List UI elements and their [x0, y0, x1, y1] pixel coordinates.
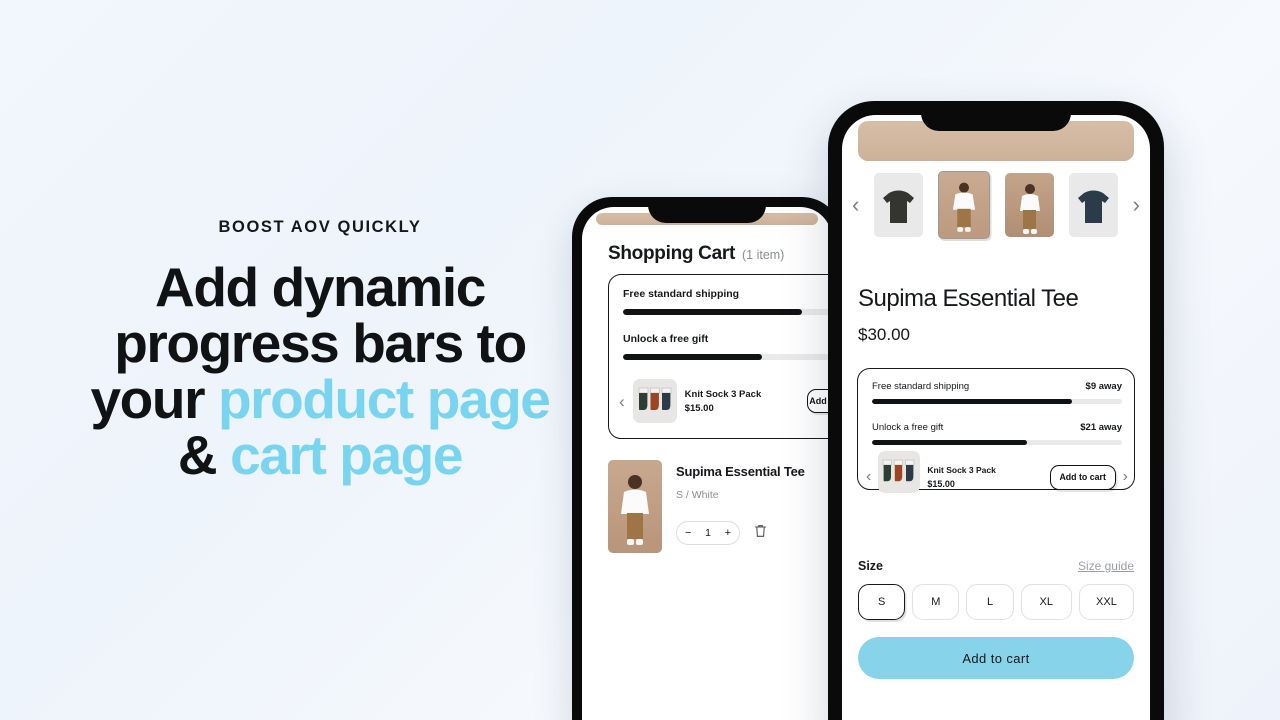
- product-goal-label-1: Unlock a free gift: [872, 422, 944, 433]
- quantity-value: 1: [705, 527, 711, 539]
- size-section-header: Size Size guide: [858, 559, 1134, 573]
- product-page-screen: ‹ › Supima Essential Tee $30.00 Free sta…: [842, 115, 1150, 720]
- cart-header: Shopping Cart (1 item): [608, 243, 784, 265]
- quantity-decrement-button[interactable]: −: [685, 527, 691, 539]
- cart-progress-fill-1: [623, 354, 762, 360]
- size-option-xxl[interactable]: XXL: [1078, 584, 1134, 620]
- quantity-increment-button[interactable]: +: [725, 527, 731, 539]
- product-progress-fill-1: [872, 440, 1027, 445]
- headline-line-3-plain: your: [90, 368, 218, 431]
- thumbnail-model-front[interactable]: [938, 171, 991, 239]
- cart-upsell-product-name: Knit Sock 3 Pack: [684, 388, 762, 400]
- cart-screen: Shopping Cart (1 item) Free standard shi…: [582, 207, 832, 720]
- cart-line-item-image: [608, 460, 662, 553]
- phone-notch-pdp: [921, 101, 1071, 131]
- product-upsell-row: ‹ Knit Sock 3 Pack $15.00 Add to cart ›: [866, 451, 1128, 493]
- gallery-next-icon[interactable]: ›: [1133, 194, 1140, 216]
- cart-line-item-controls: − 1 +: [676, 521, 832, 545]
- cart-goal-label-0: Free standard shipping: [623, 288, 740, 300]
- trash-icon[interactable]: [754, 524, 767, 543]
- cart-goal-row-1: Unlock a free gift: [623, 333, 832, 360]
- headline-accent-cart-page: cart page: [230, 424, 463, 487]
- product-upsell-next-icon[interactable]: ›: [1123, 469, 1128, 485]
- size-label: Size: [858, 559, 884, 573]
- product-progress-track-1: [872, 440, 1122, 445]
- product-upsell-prev-icon[interactable]: ‹: [866, 469, 871, 485]
- size-option-xl[interactable]: XL: [1020, 584, 1072, 620]
- cart-line-item-details: Supima Essential Tee S / White − 1 +: [676, 460, 832, 553]
- product-upsell-product-name: Knit Sock 3 Pack: [927, 465, 996, 475]
- cart-line-item-title: Supima Essential Tee: [676, 464, 805, 479]
- product-progress-track-0: [872, 399, 1122, 404]
- size-option-s[interactable]: S: [858, 584, 906, 620]
- cart-upsell-product-image: [632, 379, 677, 423]
- product-goal-remaining-1: $21 away: [1080, 422, 1122, 433]
- product-goal-row-1: Unlock a free gift $21 away: [872, 422, 1122, 445]
- cart-progress-track-0: [623, 309, 832, 315]
- cart-upsell-prev-icon[interactable]: ‹: [619, 393, 625, 410]
- cart-upsell-row: ‹ Knit Sock 3 Pack $15.00 Add: [619, 379, 832, 423]
- thumbnail-model-side[interactable]: [1004, 173, 1054, 237]
- product-upsell-product-price: $15.00: [927, 479, 955, 489]
- gallery-prev-icon[interactable]: ‹: [852, 194, 859, 216]
- marketing-copy: BOOST AOV QUICKLY Add dynamic progress b…: [0, 218, 640, 483]
- thumbnail-gallery: ‹ ›: [852, 171, 1140, 239]
- headline-line-3: your product page: [0, 371, 640, 427]
- product-progress-card: Free standard shipping $9 away Unlock a …: [857, 368, 1135, 493]
- cart-line-item-variant: S / White: [676, 489, 719, 501]
- product-goal-label-0: Free standard shipping: [872, 381, 970, 392]
- cart-line-item: Supima Essential Tee S / White − 1 +: [608, 460, 832, 553]
- product-price: $30.00: [858, 325, 910, 344]
- product-upsell-product-image: [878, 451, 921, 493]
- phone-notch-cart: [648, 197, 766, 223]
- headline-line-4-plain: &: [177, 424, 231, 487]
- product-upsell-add-to-cart-button[interactable]: Add to cart: [1049, 464, 1116, 490]
- product-goal-label-row-1: Unlock a free gift $21 away: [872, 422, 1122, 433]
- add-to-cart-button[interactable]: Add to cart: [858, 637, 1134, 679]
- size-option-m[interactable]: M: [912, 584, 960, 620]
- cart-progress-fill-0: [623, 309, 803, 315]
- product-goal-row-0: Free standard shipping $9 away: [872, 381, 1122, 404]
- headline-line-2: progress bars to: [114, 312, 527, 375]
- page-title: Add dynamic progress bars to your produc…: [0, 259, 640, 483]
- cart-item-count: (1 item): [741, 248, 785, 262]
- cart-goal-label-row-0: Free standard shipping: [623, 288, 832, 300]
- product-upsell-text: Knit Sock 3 Pack $15.00: [927, 465, 1042, 489]
- cart-title: Shopping Cart: [608, 243, 735, 264]
- thumbnail-olive-tee[interactable]: [874, 173, 924, 237]
- size-option-l[interactable]: L: [966, 584, 1014, 620]
- cart-upsell-text: Knit Sock 3 Pack $15.00: [685, 389, 799, 414]
- cart-progress-card: Free standard shipping Unlock a free gif…: [608, 274, 832, 439]
- cart-phone-mockup: Shopping Cart (1 item) Free standard shi…: [572, 197, 842, 720]
- headline-accent-product-page: product page: [217, 368, 551, 431]
- product-page-phone-mockup: ‹ › Supima Essential Tee $30.00 Free sta…: [828, 101, 1164, 720]
- product-title: Supima Essential Tee: [858, 285, 1079, 312]
- size-options: S M L XL XXL: [858, 584, 1134, 620]
- cart-goal-label-1: Unlock a free gift: [623, 333, 709, 345]
- quantity-stepper[interactable]: − 1 +: [676, 521, 740, 545]
- thumbnail-navy-tee[interactable]: [1068, 173, 1118, 237]
- product-goal-remaining-0: $9 away: [1085, 381, 1122, 392]
- cart-upsell-product-price: $15.00: [684, 402, 714, 414]
- cart-progress-track-1: [623, 354, 832, 360]
- headline-line-1: Add dynamic: [155, 256, 486, 318]
- headline-line-4: & cart page: [0, 427, 640, 483]
- product-progress-fill-0: [872, 399, 1072, 404]
- cart-goal-label-row-1: Unlock a free gift: [623, 333, 832, 345]
- eyebrow-text: BOOST AOV QUICKLY: [218, 218, 422, 236]
- promo-banner: BOOST AOV QUICKLY Add dynamic progress b…: [0, 0, 1280, 720]
- product-goal-label-row-0: Free standard shipping $9 away: [872, 381, 1122, 392]
- cart-goal-row-0: Free standard shipping: [623, 288, 832, 315]
- size-guide-link[interactable]: Size guide: [1078, 559, 1134, 573]
